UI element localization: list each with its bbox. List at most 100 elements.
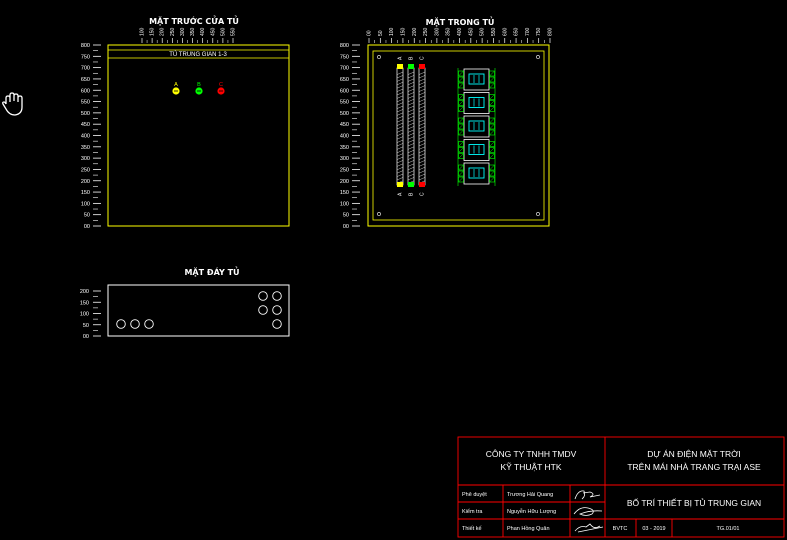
top-scale-label: 200 (160, 27, 166, 36)
scale-label: 700 (340, 66, 349, 72)
scale-label: 50 (84, 213, 90, 219)
name-design: Phan Hồng Quân (507, 526, 550, 532)
top-scale-label: 350 (446, 27, 452, 36)
indicator-label: A (174, 82, 178, 88)
scale-label: 350 (340, 145, 349, 151)
scale-label: 150 (80, 300, 89, 306)
scale-label: 200 (81, 179, 90, 185)
scale-label: 150 (81, 190, 90, 196)
scale-label: 550 (81, 100, 90, 106)
top-scale-label: 750 (536, 27, 542, 36)
role-approve: Phê duyệt (462, 492, 487, 498)
top-scale-label: 150 (150, 27, 156, 36)
bottom-view: MẶT ĐÁY TỦ 200 150 100 50 00 (80, 265, 290, 340)
scale-label: 300 (340, 156, 349, 162)
scale-label: 800 (81, 43, 90, 49)
top-scale-label: 450 (468, 27, 474, 36)
drawing-title: BỐ TRÍ THIẾT BỊ TỦ TRUNG GIAN (627, 497, 761, 508)
signatures (573, 490, 604, 533)
scale-label: 450 (81, 122, 90, 128)
scale-label: 600 (81, 88, 90, 94)
front-vertical-scale: 800 750 700 650 600 550 500 450 400 350 300 250 200 1… (81, 43, 101, 230)
busbar-label-bottom: C (420, 192, 426, 196)
front-view-title: MẶT TRƯỚC CỬA TỦ (149, 14, 239, 26)
inside-view-title: MẶT TRONG TỦ (426, 15, 495, 27)
scale-label: 500 (340, 111, 349, 117)
busbars: A A B B C C (396, 56, 426, 196)
project-name-line2: TRÊN MÁI NHÀ TRANG TRẠI ASE (627, 462, 761, 472)
scale-label: 200 (80, 289, 89, 295)
top-scale-label: 450 (210, 27, 216, 36)
scale-label: 500 (81, 111, 90, 117)
top-scale-label: 250 (170, 27, 176, 36)
scale-label: 00 (84, 224, 90, 230)
signature-approve (574, 490, 601, 500)
breaker-stack (457, 68, 496, 186)
breaker[interactable] (458, 115, 495, 138)
top-scale-label: 100 (140, 27, 146, 36)
top-scale-label: 250 (423, 27, 429, 36)
top-scale-label: 50 (378, 30, 384, 36)
scale-label: 650 (340, 77, 349, 83)
scale-label: 350 (81, 145, 90, 151)
scale-label: 400 (81, 134, 90, 140)
scale-label: 150 (340, 190, 349, 196)
busbar-label-top: B (409, 56, 415, 60)
company-name-line2: KỸ THUẬT HTK (500, 462, 561, 472)
cad-drawing-canvas[interactable]: MẶT TRƯỚC CỬA TỦ 800 750 700 650 600 550 500 45… (0, 0, 787, 540)
breaker[interactable] (458, 139, 495, 161)
cable-glands (116, 291, 282, 329)
scale-label: 800 (340, 43, 349, 49)
scale-label: 00 (83, 334, 89, 340)
scale-label: 50 (83, 323, 89, 329)
scale-label: 100 (80, 312, 89, 318)
front-top-scale: 100 150 200 250 300 350 400 450 500 550 (140, 27, 237, 43)
scale-label: 200 (340, 179, 349, 185)
title-block-text: CÔNG TY TNHH TMDV KỸ THUẬT HTK DỰ ÁN ĐIỆ… (462, 449, 761, 532)
stage: BVTC (613, 526, 628, 532)
scale-label: 100 (81, 201, 90, 207)
top-scale-label: 300 (180, 27, 186, 36)
scale-label: 750 (340, 54, 349, 60)
inside-view: MẶT TRONG TỦ 800 750 700 650 600 550 500 450 400… (340, 15, 554, 230)
bottom-view-title: MẶT ĐÁY TỦ (184, 265, 239, 277)
company-name-line1: CÔNG TY TNHH TMDV (486, 449, 577, 459)
top-scale-label: 100 (389, 27, 395, 36)
top-scale-label: 500 (480, 27, 486, 36)
top-scale-label: 800 (548, 27, 554, 36)
indicator-label: C (219, 82, 223, 88)
role-check: Kiểm tra (462, 508, 483, 515)
scale-label: 250 (340, 167, 349, 173)
scale-label: 50 (343, 213, 349, 219)
front-panel-frame[interactable] (107, 44, 290, 227)
top-scale-label: 600 (502, 27, 508, 36)
front-panel-label: TỦ TRUNG GIAN 1-3 (169, 51, 227, 58)
bottom-vertical-scale: 200 150 100 50 00 (80, 289, 101, 340)
breaker[interactable] (458, 68, 495, 91)
scale-label: 300 (81, 156, 90, 162)
busbar-label-bottom: B (409, 192, 415, 196)
project-name-line1: DỰ ÁN ĐIỆN MẶT TRỜI (647, 449, 741, 459)
indicator-lamps: A B C (172, 82, 225, 95)
signature-design (574, 523, 604, 533)
scale-label: 100 (340, 201, 349, 207)
name-approve: Trương Hải Quang (507, 492, 553, 498)
scale-label: 700 (81, 66, 90, 72)
breaker[interactable] (458, 162, 495, 185)
top-scale-label: 300 (434, 27, 440, 36)
top-scale-label: 550 (231, 27, 237, 36)
busbar-label-top: A (398, 56, 404, 60)
top-scale-label: 650 (514, 27, 520, 36)
scale-label: 600 (340, 88, 349, 94)
hand-pan-icon (2, 92, 23, 116)
drawing-number: TG.01/01 (717, 526, 740, 532)
front-view: MẶT TRƯỚC CỬA TỦ 800 750 700 650 600 550 500 45… (81, 14, 290, 230)
scale-label: 00 (343, 224, 349, 230)
signature-check (573, 507, 603, 516)
top-scale-label: 400 (457, 27, 463, 36)
top-scale-label: 200 (412, 27, 418, 36)
date: 03 - 2019 (642, 526, 665, 532)
breaker[interactable] (458, 92, 495, 114)
indicator-label: B (197, 82, 201, 88)
top-scale-label: 00 (367, 30, 373, 36)
